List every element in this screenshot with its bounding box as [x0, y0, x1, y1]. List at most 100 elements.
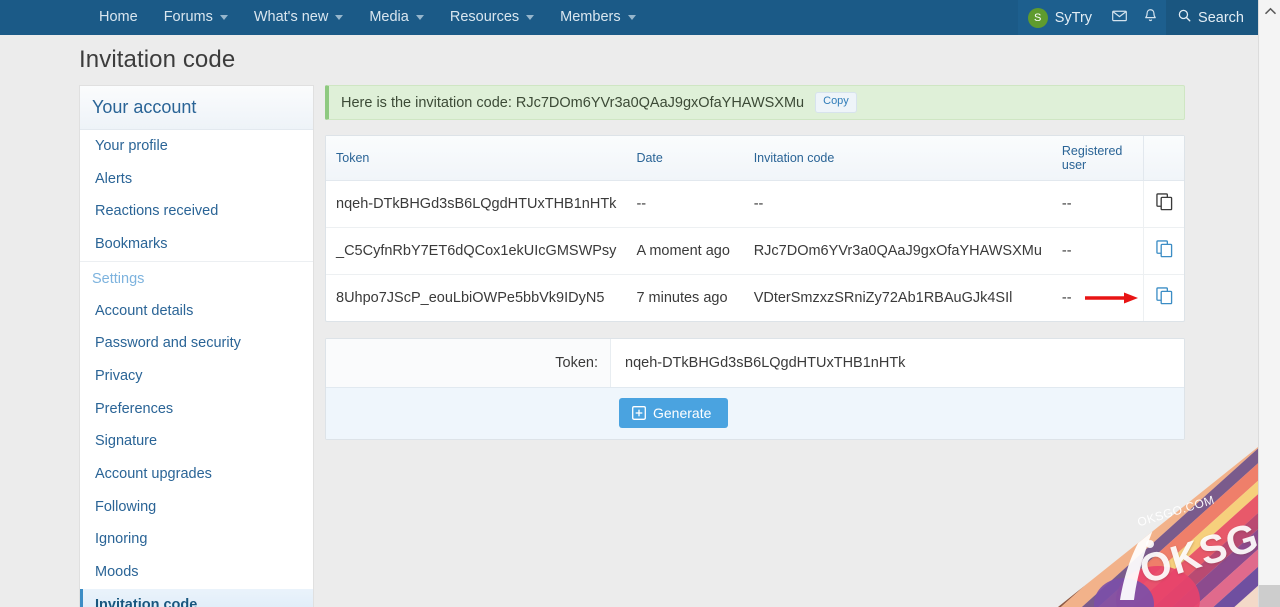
sidebar-item-preferences[interactable]: Preferences	[80, 393, 313, 426]
nav-item-members[interactable]: Members	[547, 0, 648, 35]
sidebar-item-label: Password and security	[95, 335, 241, 352]
table-row: 8Uhpo7JScP_eouLbiOWPe5bbVk9IDyN5 7 minut…	[326, 274, 1184, 321]
sidebar-item-label: Reactions received	[95, 203, 219, 220]
sidebar-item-signature[interactable]: Signature	[80, 425, 313, 458]
nav-item-label: Forums	[163, 9, 213, 25]
column-header-registered-user[interactable]: Registered user	[1051, 136, 1144, 181]
sidebar-item-label: Moods	[95, 564, 139, 581]
generate-button-label: Generate	[653, 405, 712, 421]
nav-item-media[interactable]: Media	[356, 0, 437, 35]
cell-registered-user: --	[1051, 180, 1144, 228]
cell-token: 8Uhpo7JScP_eouLbiOWPe5bbVk9IDyN5	[336, 290, 605, 306]
scroll-down-button[interactable]	[1259, 585, 1280, 607]
token-form-row: Token: nqeh-DTkBHGd3sB6LQgdHTUxTHB1nHTk	[326, 339, 1184, 387]
invitation-tokens-table-card: Token Date Invitation code Registered us…	[325, 135, 1185, 322]
table-row: nqeh-DTkBHGd3sB6LQgdHTUxTHB1nHTk -- -- -…	[326, 180, 1184, 228]
sidebar-item-label: Privacy	[95, 368, 143, 385]
scroll-up-button[interactable]	[1259, 0, 1280, 22]
generate-button[interactable]: Generate	[619, 398, 729, 428]
token-field-label: Token:	[326, 339, 611, 387]
chevron-up-icon	[1264, 7, 1276, 15]
chevron-down-icon	[415, 15, 424, 20]
sidebar-item-bookmarks[interactable]: Bookmarks	[80, 228, 313, 261]
copy-icon[interactable]	[1155, 240, 1173, 262]
inbox-button[interactable]	[1104, 0, 1136, 35]
cell-date: --	[626, 180, 744, 228]
cell-token: nqeh-DTkBHGd3sB6LQgdHTUxTHB1nHTk	[326, 180, 627, 228]
sidebar-item-label: Signature	[95, 433, 158, 450]
table-body: nqeh-DTkBHGd3sB6LQgdHTUxTHB1nHTk -- -- -…	[326, 180, 1184, 321]
sidebar-item-privacy[interactable]: Privacy	[80, 360, 313, 393]
nav-item-label: Media	[369, 9, 409, 25]
column-header-token[interactable]: Token	[326, 136, 627, 181]
nav-item-forums[interactable]: Forums	[151, 0, 241, 35]
page-root: Home Forums What's new Media Resources M…	[0, 0, 1280, 607]
column-header-invitation-code[interactable]: Invitation code	[743, 136, 1052, 181]
sidebar-item-password-and-security[interactable]: Password and security	[80, 327, 313, 360]
copy-code-button[interactable]: Copy	[815, 92, 857, 113]
nav-item-label: Resources	[449, 9, 520, 25]
cell-actions	[1143, 180, 1184, 228]
token-field-value[interactable]: nqeh-DTkBHGd3sB6LQgdHTUxTHB1nHTk	[611, 339, 1184, 387]
page-scrollbar[interactable]	[1258, 0, 1280, 607]
cell-actions	[1085, 274, 1184, 321]
table-head: Token Date Invitation code Registered us…	[326, 136, 1184, 181]
search-icon	[1177, 8, 1198, 27]
sidebar-item-account-upgrades[interactable]: Account upgrades	[80, 458, 313, 491]
search-label: Search	[1198, 9, 1244, 26]
scrollbar-thumb[interactable]	[1261, 22, 1279, 322]
invitation-code-alert: Here is the invitation code: RJc7DOm6YVr…	[325, 85, 1185, 120]
cell-date: 7 minutes ago	[636, 290, 728, 306]
nav-item-whats-new[interactable]: What's new	[241, 0, 357, 35]
nav-item-home[interactable]: Home	[86, 0, 151, 35]
sidebar-item-your-profile[interactable]: Your profile	[80, 130, 313, 163]
alerts-button[interactable]	[1135, 0, 1167, 35]
sidebar-item-label: Preferences	[95, 400, 174, 417]
token-form-footer: Generate	[326, 387, 1184, 439]
invitation-tokens-table: Token Date Invitation code Registered us…	[326, 136, 1184, 321]
nav-item-label: Home	[99, 9, 138, 25]
account-menu-button[interactable]: S SyTry	[1017, 0, 1105, 35]
sidebar-item-label: Ignoring	[95, 531, 148, 548]
plus-square-icon	[632, 406, 646, 420]
sidebar-item-invitation-code[interactable]: Invitation code	[80, 588, 313, 607]
sidebar-item-label: Invitation code	[95, 596, 198, 607]
sidebar-item-alerts[interactable]: Alerts	[80, 163, 313, 196]
watermark-sub-label: OKSGO.COM	[1135, 492, 1217, 530]
sidebar-item-moods[interactable]: Moods	[80, 556, 313, 589]
avatar: S	[1027, 7, 1048, 28]
chevron-down-icon	[627, 15, 636, 20]
cell-invitation-code: RJc7DOm6YVr3a0QAaJ9gxOfaYHAWSXMu	[743, 227, 1052, 275]
sidebar-item-label: Account details	[95, 302, 194, 319]
nav-item-resources[interactable]: Resources	[437, 0, 547, 35]
bell-icon	[1142, 7, 1159, 29]
nav-primary-menu: Home Forums What's new Media Resources M…	[86, 0, 649, 35]
watermark-main-label: OKSGO	[1134, 505, 1258, 593]
cell-actions	[1143, 227, 1184, 275]
decorative-watermark: OKSGO.COM OKSGO	[1028, 432, 1258, 607]
copy-icon[interactable]	[1155, 193, 1173, 215]
copy-icon[interactable]	[1155, 287, 1173, 309]
cell-registered-user: --	[1061, 290, 1072, 306]
chevron-down-icon	[219, 15, 228, 20]
colorful-swirl-graphic	[1058, 447, 1258, 607]
sidebar-item-label: Account upgrades	[95, 466, 212, 483]
account-sidebar: Your account Your profile Alerts Reactio…	[79, 85, 314, 607]
sidebar-item-ignoring[interactable]: Ignoring	[80, 523, 313, 556]
chevron-down-icon	[526, 15, 535, 20]
main-content: Here is the invitation code: RJc7DOm6YVr…	[325, 85, 1185, 440]
sidebar-item-account-details[interactable]: Account details	[80, 295, 313, 328]
table-row: _C5CyfnRbY7ET6dQCox1ekUIcGMSWPsy A momen…	[326, 227, 1184, 275]
search-button[interactable]: Search	[1166, 0, 1258, 35]
sidebar-item-reactions-received[interactable]: Reactions received	[80, 195, 313, 228]
column-header-date[interactable]: Date	[626, 136, 744, 181]
nav-secondary-menu: S SyTry Search	[1017, 0, 1258, 35]
sidebar-item-label: Alerts	[95, 170, 133, 187]
cell-registered-user: --	[1051, 227, 1144, 275]
sidebar-item-following[interactable]: Following	[80, 491, 313, 524]
page-title: Invitation code	[79, 46, 236, 73]
column-header-actions	[1143, 136, 1184, 181]
sidebar-item-label: Bookmarks	[95, 236, 168, 253]
token-form-card: Token: nqeh-DTkBHGd3sB6LQgdHTUxTHB1nHTk …	[325, 338, 1185, 440]
sidebar-header: Your account	[80, 86, 313, 130]
